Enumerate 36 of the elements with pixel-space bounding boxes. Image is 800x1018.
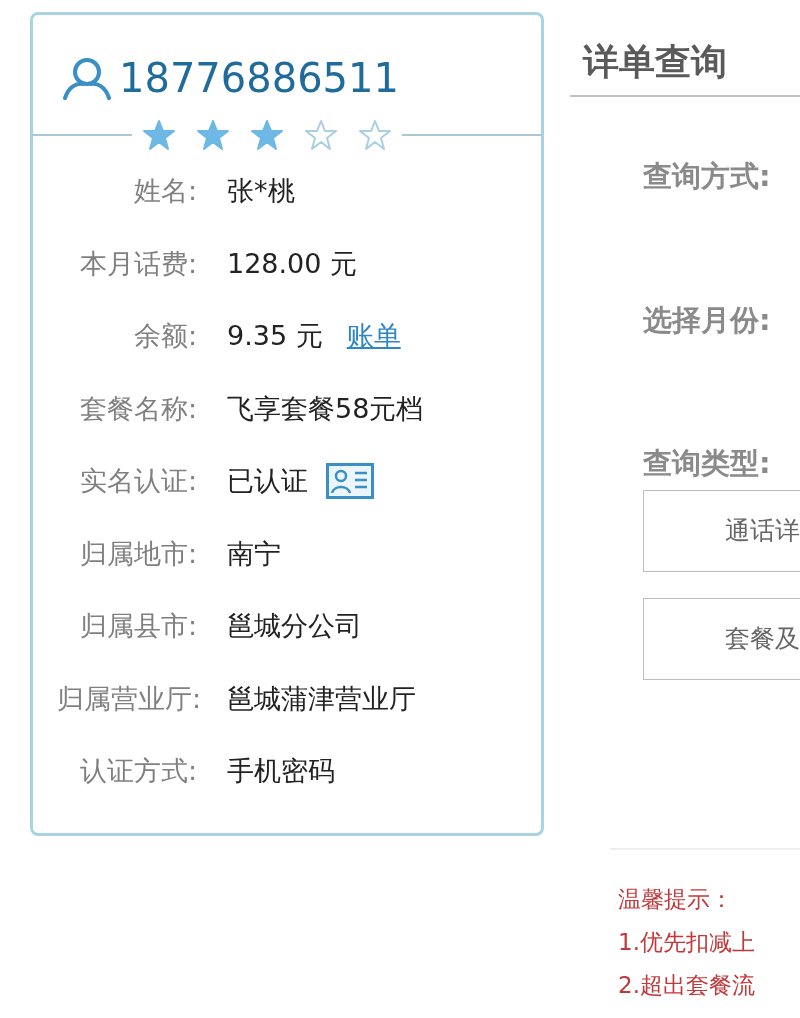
field-label: 实名认证: [78, 464, 197, 498]
field-label: 认证方式: [78, 754, 197, 788]
page-title: 详单查询 [583, 40, 728, 84]
form-label: 选择月份: [643, 301, 772, 339]
field-label: 本月话费: [78, 246, 197, 281]
bill-link[interactable]: 账单 [346, 316, 401, 357]
field-label: 归属地市: [78, 536, 197, 571]
empty-star-icon [358, 119, 392, 151]
filled-star-icon [142, 119, 176, 151]
filled-star-icon [250, 119, 284, 151]
query-type-button[interactable]: 通话详 [643, 489, 800, 572]
field-value: 9.35 元 [227, 319, 323, 353]
field-label: 姓名: [132, 174, 197, 208]
query-type-button[interactable]: 套餐及 [643, 597, 800, 680]
filled-star-icon [196, 119, 230, 151]
field-value: 张*桃 [227, 174, 295, 208]
form-label: 查询类型: [643, 445, 772, 483]
tip-line: 2.超出套餐流 [618, 971, 756, 1000]
field-label: 归属营业厅: [57, 681, 197, 716]
field-value: 南宁 [227, 536, 281, 571]
tips-title: 温馨提示： [618, 885, 734, 914]
tip-line: 1.优先扣减上 [618, 928, 756, 957]
field-value: 128.00 元 [227, 246, 358, 281]
id-card-icon [326, 463, 374, 500]
user-icon [61, 56, 113, 100]
field-label: 归属县市: [78, 609, 197, 643]
field-value: 邕城蒲津营业厅 [227, 681, 416, 716]
phone-number: 18776886511 [119, 58, 399, 98]
field-value: 邕城分公司 [227, 609, 362, 643]
field-value: 已认证 [227, 464, 308, 498]
field-label: 余额: [132, 319, 197, 353]
field-value: 手机密码 [227, 754, 335, 788]
field-label: 套餐名称: [78, 391, 197, 426]
field-value: 飞享套餐58元档 [227, 391, 424, 426]
form-label: 查询方式: [643, 158, 772, 196]
empty-star-icon [304, 119, 338, 151]
